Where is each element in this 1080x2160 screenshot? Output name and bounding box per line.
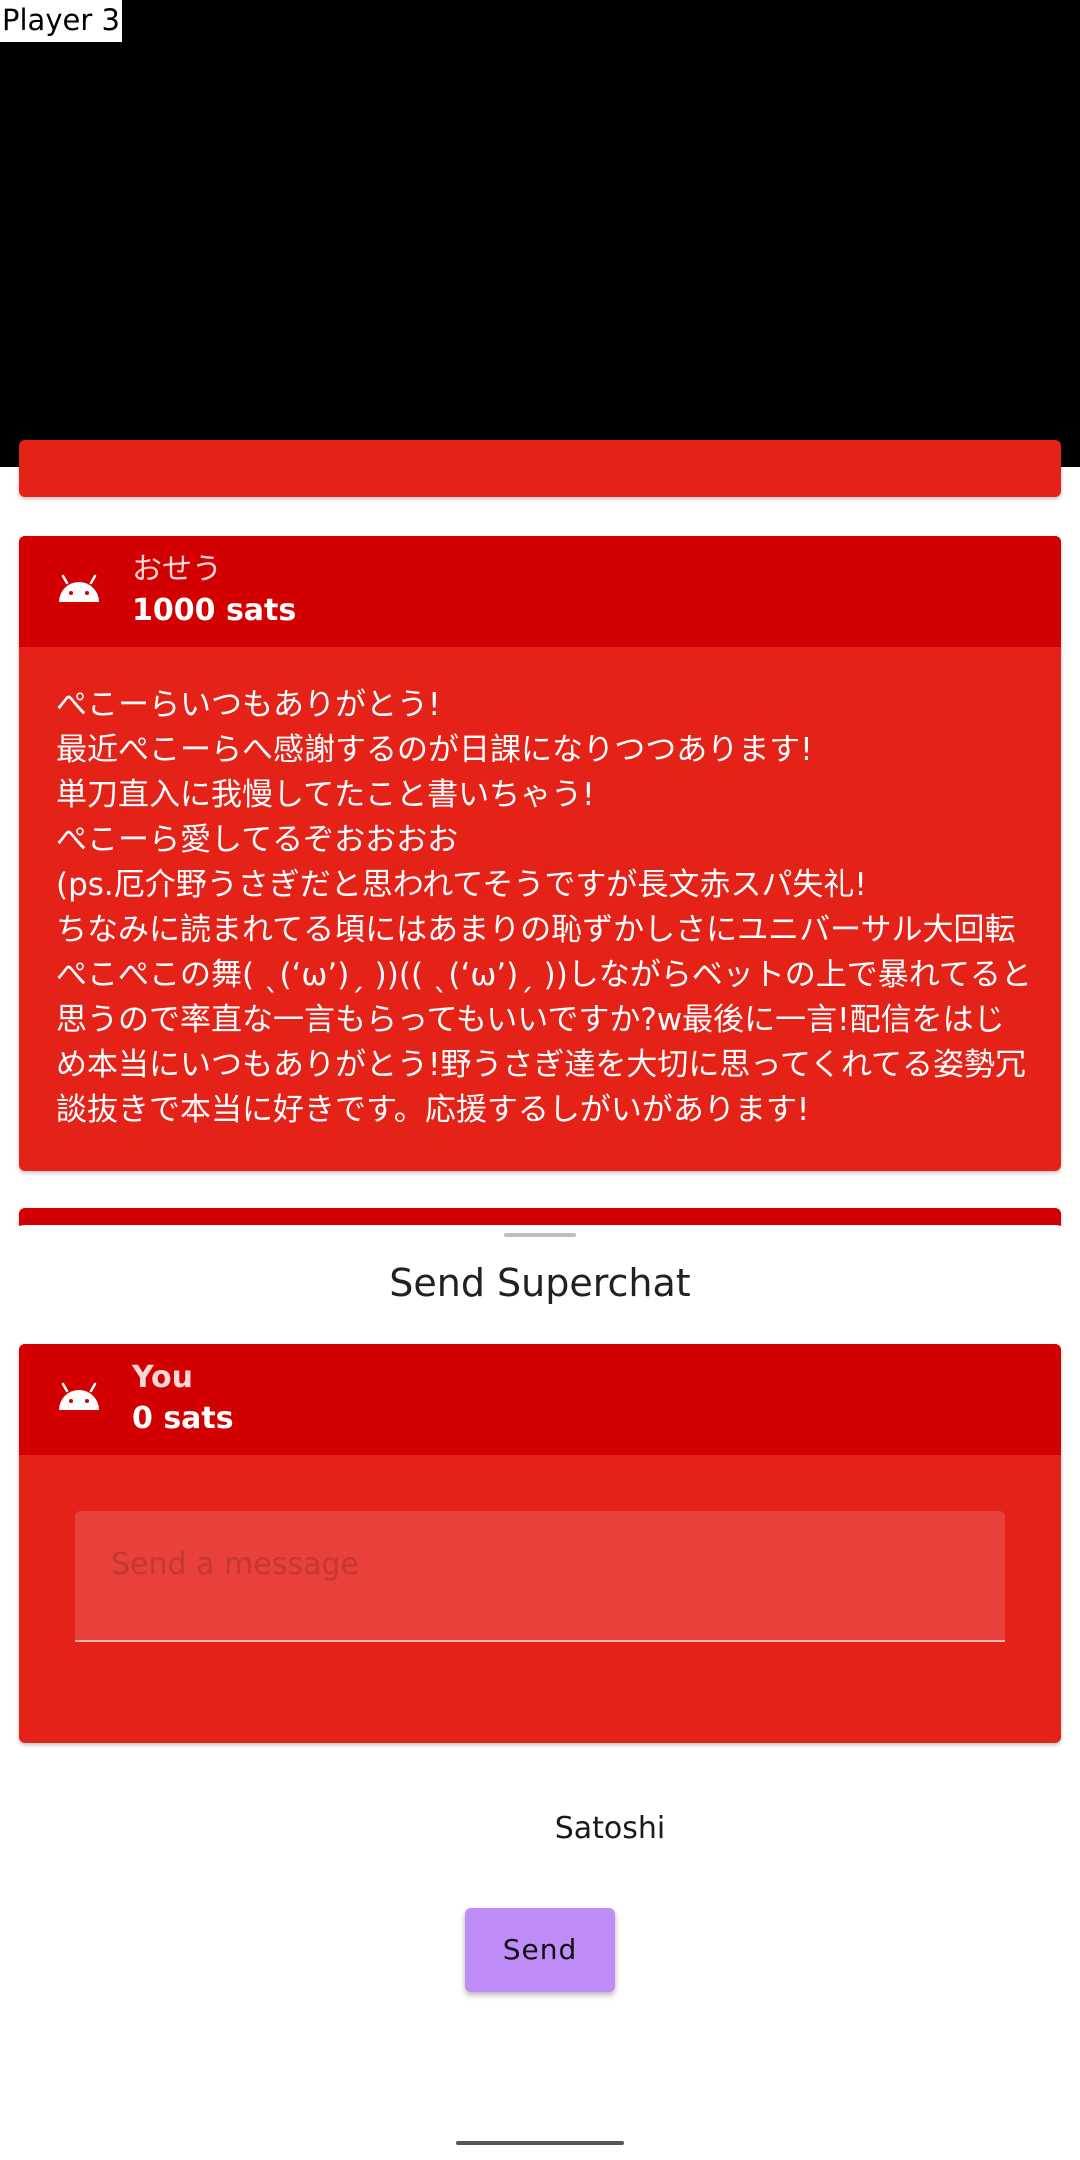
- message-line: 単刀直入に我慢してたこと書いちゃう!: [56, 777, 595, 813]
- message-line: 談抜きで本当に好きです。応援するしがいがあります!: [56, 1092, 810, 1128]
- android-icon: [59, 574, 99, 604]
- send-button[interactable]: Send: [465, 1908, 615, 1992]
- preview-card-header: You 0 sats: [19, 1344, 1061, 1455]
- unit-label: Satoshi: [554, 1811, 666, 1846]
- message-line: 思うので率直な一言もらってもいいですか?w最後に一言!配信をはじ: [56, 1002, 1005, 1038]
- message-line: 最近ぺこーらへ感謝するのが日課になりつつあります!: [56, 732, 813, 768]
- drag-handle[interactable]: [504, 1233, 576, 1237]
- send-superchat-sheet: Send Superchat You 0 sats Send a message…: [0, 1225, 1080, 2160]
- preview-sender-name: You: [132, 1360, 193, 1395]
- message-line: ぺこーら愛してるぞおおおお: [56, 822, 459, 858]
- message-line: ぺこーらいつもありがとう!: [56, 687, 441, 723]
- sender-name: おせう: [132, 552, 222, 587]
- superchat-preview-card: You 0 sats Send a message: [19, 1344, 1061, 1743]
- android-icon: [59, 1382, 99, 1410]
- video-player[interactable]: Player 3: [0, 0, 1080, 467]
- message-line: (ps.厄介野うさぎだと思われてそうですが長文赤スパ失礼!: [56, 867, 867, 903]
- superchat-message: ぺこーらいつもありがとう! 最近ぺこーらへ感謝するのが日課になりつつあります! …: [19, 647, 1061, 1171]
- sheet-title: Send Superchat: [389, 1261, 691, 1305]
- message-line: ちなみに読まれてる頃にはあまりの恥ずかしさにユニバーサル大回転: [56, 912, 1016, 948]
- message-input[interactable]: Send a message: [75, 1511, 1005, 1642]
- superchat-card-header: おせう 1000 sats: [19, 536, 1061, 647]
- preview-amount: 0 sats: [132, 1401, 234, 1436]
- superchat-card-previous: [19, 440, 1061, 497]
- superchat-card-header-text: おせう 1000 sats: [132, 550, 296, 632]
- player-label: Player 3: [0, 0, 122, 42]
- message-input-placeholder: Send a message: [111, 1547, 359, 1582]
- superchat-card: おせう 1000 sats ぺこーらいつもありがとう! 最近ぺこーらへ感謝するの…: [19, 536, 1061, 1171]
- home-indicator[interactable]: [456, 2141, 624, 2145]
- message-line: ぺこぺこの舞( ˎ(‘ω’)ˏ ))(( ˎ(‘ω’)ˏ ))しながらベットの上…: [56, 957, 1032, 993]
- superchat-amount: 1000 sats: [132, 593, 297, 628]
- preview-header-text: You 0 sats: [132, 1358, 234, 1440]
- message-line: め本当にいつもありがとう!野うさぎ達を大切に思ってくれてる姿勢冗: [56, 1047, 1027, 1083]
